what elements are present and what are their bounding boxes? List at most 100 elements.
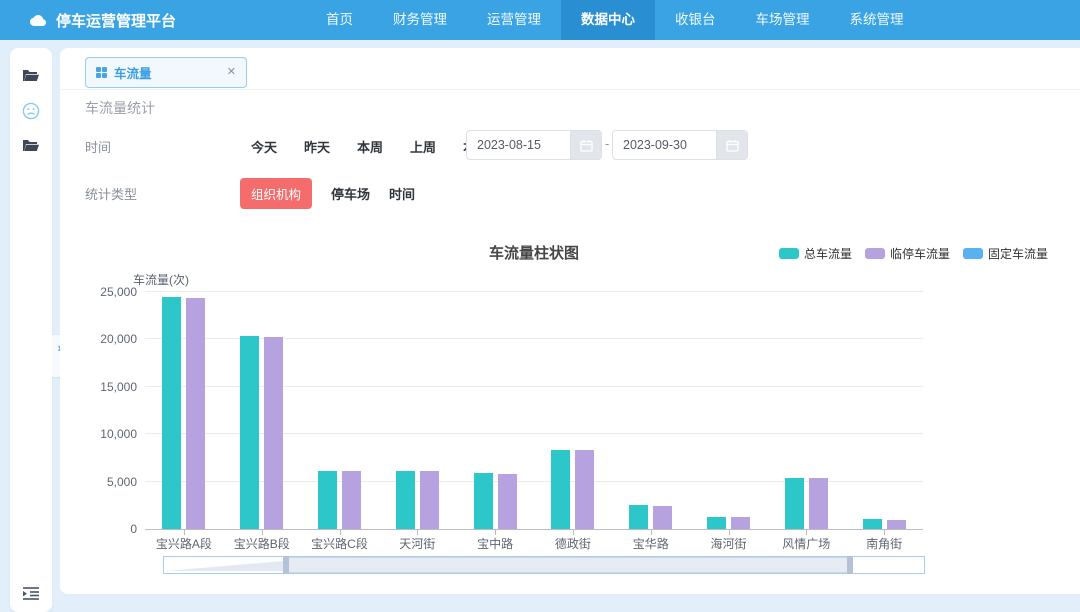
main-panel: 车流量 ✕ 车流量统计 时间 今天昨天本周上周本月 2023-08-15 - 2… xyxy=(60,48,1080,594)
type-option-1[interactable]: 停车场 xyxy=(331,184,370,203)
calendar-icon[interactable] xyxy=(716,131,747,159)
x-axis-label: 宝中路 xyxy=(456,535,534,552)
chart-zoom-slider[interactable] xyxy=(163,556,925,574)
bar-总车流量-9 xyxy=(863,519,882,529)
cloud-icon xyxy=(28,14,47,27)
y-axis-tick-label: 10,000 xyxy=(83,427,137,441)
quick-option-1[interactable]: 昨天 xyxy=(304,137,330,156)
type-option-2[interactable]: 时间 xyxy=(389,184,415,203)
end-date-input[interactable]: 2023-09-30 xyxy=(612,130,748,160)
left-sidebar xyxy=(10,48,52,612)
y-axis-tick-label: 0 xyxy=(83,522,137,536)
brand-title: 停车运营管理平台 xyxy=(56,10,176,31)
legend-item-0[interactable]: 总车流量 xyxy=(779,245,852,262)
bar-临停车流量-8 xyxy=(809,478,828,529)
bar-临停车流量-3 xyxy=(420,471,439,529)
start-date-value: 2023-08-15 xyxy=(467,138,570,152)
y-axis-tick-label: 20,000 xyxy=(83,332,137,346)
bar-总车流量-8 xyxy=(785,478,804,529)
legend-label: 临停车流量 xyxy=(890,245,950,262)
close-icon[interactable]: ✕ xyxy=(227,67,236,78)
bar-总车流量-6 xyxy=(629,505,648,529)
nav-item-6[interactable]: 系统管理 xyxy=(830,0,924,40)
page-title: 车流量统计 xyxy=(85,98,155,118)
gridline xyxy=(145,481,923,482)
time-quick-options: 今天昨天本周上周本月 xyxy=(251,137,489,156)
type-filter-label: 统计类型 xyxy=(85,184,137,203)
statistics-type-options: 组织机构停车场时间 xyxy=(240,178,415,209)
grid-icon xyxy=(96,67,107,78)
y-axis-tick-label: 15,000 xyxy=(83,380,137,394)
legend-swatch xyxy=(865,248,885,259)
nav-item-2[interactable]: 运营管理 xyxy=(467,0,561,40)
bar-总车流量-0 xyxy=(162,297,181,529)
bar-总车流量-2 xyxy=(318,471,337,529)
bar-临停车流量-1 xyxy=(264,337,283,529)
nav-item-3[interactable]: 数据中心 xyxy=(561,0,655,40)
frown-face-icon[interactable] xyxy=(21,101,41,121)
legend-label: 总车流量 xyxy=(804,245,852,262)
bar-临停车流量-9 xyxy=(887,520,906,529)
quick-option-3[interactable]: 上周 xyxy=(410,137,436,156)
legend-swatch xyxy=(779,248,799,259)
x-axis-label: 海河街 xyxy=(690,535,768,552)
x-axis-label: 风情广场 xyxy=(767,535,845,552)
bar-临停车流量-6 xyxy=(653,506,672,530)
gridline xyxy=(145,338,923,339)
quick-option-2[interactable]: 本周 xyxy=(357,137,383,156)
calendar-icon[interactable] xyxy=(570,131,601,159)
nav-item-5[interactable]: 车场管理 xyxy=(736,0,830,40)
bar-临停车流量-7 xyxy=(731,517,750,529)
gridline xyxy=(145,433,923,434)
x-axis-label: 宝兴路B段 xyxy=(223,535,301,552)
legend-label: 固定车流量 xyxy=(988,245,1048,262)
x-axis-label: 天河街 xyxy=(378,535,456,552)
indent-list-icon[interactable] xyxy=(21,583,41,603)
x-axis-label: 宝华路 xyxy=(612,535,690,552)
folder-open-icon[interactable] xyxy=(21,66,41,86)
gridline xyxy=(145,386,923,387)
gridline xyxy=(145,291,923,292)
top-navbar: 停车运营管理平台 首页财务管理运营管理数据中心收银台车场管理系统管理 xyxy=(0,0,1080,40)
bar-临停车流量-4 xyxy=(498,474,517,529)
type-option-0[interactable]: 组织机构 xyxy=(240,178,312,209)
bar-chart-plot: 05,00010,00015,00020,00025,000宝兴路A段宝兴路B段… xyxy=(145,292,923,530)
tab-traffic-flow[interactable]: 车流量 ✕ xyxy=(85,57,247,88)
bar-总车流量-5 xyxy=(551,450,570,529)
start-date-input[interactable]: 2023-08-15 xyxy=(466,130,602,160)
nav-menu: 首页财务管理运营管理数据中心收银台车场管理系统管理 xyxy=(306,0,924,40)
zoom-selected-range[interactable] xyxy=(286,557,850,573)
date-range-separator: - xyxy=(605,136,609,151)
bar-总车流量-4 xyxy=(474,473,493,529)
tab-bar: 车流量 ✕ xyxy=(60,48,1080,90)
nav-item-1[interactable]: 财务管理 xyxy=(373,0,467,40)
x-axis-label: 南角街 xyxy=(845,535,923,552)
folder-open-icon[interactable] xyxy=(21,136,41,156)
app-brand: 停车运营管理平台 xyxy=(28,10,176,31)
bar-临停车流量-5 xyxy=(575,450,594,529)
chart-legend: 总车流量 临停车流量 固定车流量 xyxy=(779,245,1048,262)
x-axis-label: 德政街 xyxy=(534,535,612,552)
bar-总车流量-3 xyxy=(396,471,415,529)
y-axis-tick-label: 25,000 xyxy=(83,285,137,299)
bar-总车流量-1 xyxy=(240,336,259,529)
legend-swatch xyxy=(963,248,983,259)
nav-item-0[interactable]: 首页 xyxy=(306,0,373,40)
tab-label: 车流量 xyxy=(114,63,227,82)
bar-临停车流量-0 xyxy=(186,298,205,529)
bar-临停车流量-2 xyxy=(342,471,361,529)
end-date-value: 2023-09-30 xyxy=(613,138,716,152)
quick-option-0[interactable]: 今天 xyxy=(251,137,277,156)
legend-item-2[interactable]: 固定车流量 xyxy=(963,245,1048,262)
zoom-right-handle[interactable] xyxy=(847,556,853,574)
zoom-data-shadow xyxy=(166,559,286,571)
bar-总车流量-7 xyxy=(707,517,726,529)
y-axis-name: 车流量(次) xyxy=(133,271,189,288)
zoom-left-handle[interactable] xyxy=(283,556,289,574)
legend-item-1[interactable]: 临停车流量 xyxy=(865,245,950,262)
x-axis-label: 宝兴路A段 xyxy=(145,535,223,552)
y-axis-tick-label: 5,000 xyxy=(83,475,137,489)
x-axis-label: 宝兴路C段 xyxy=(301,535,379,552)
nav-item-4[interactable]: 收银台 xyxy=(655,0,736,40)
time-filter-label: 时间 xyxy=(85,137,111,156)
